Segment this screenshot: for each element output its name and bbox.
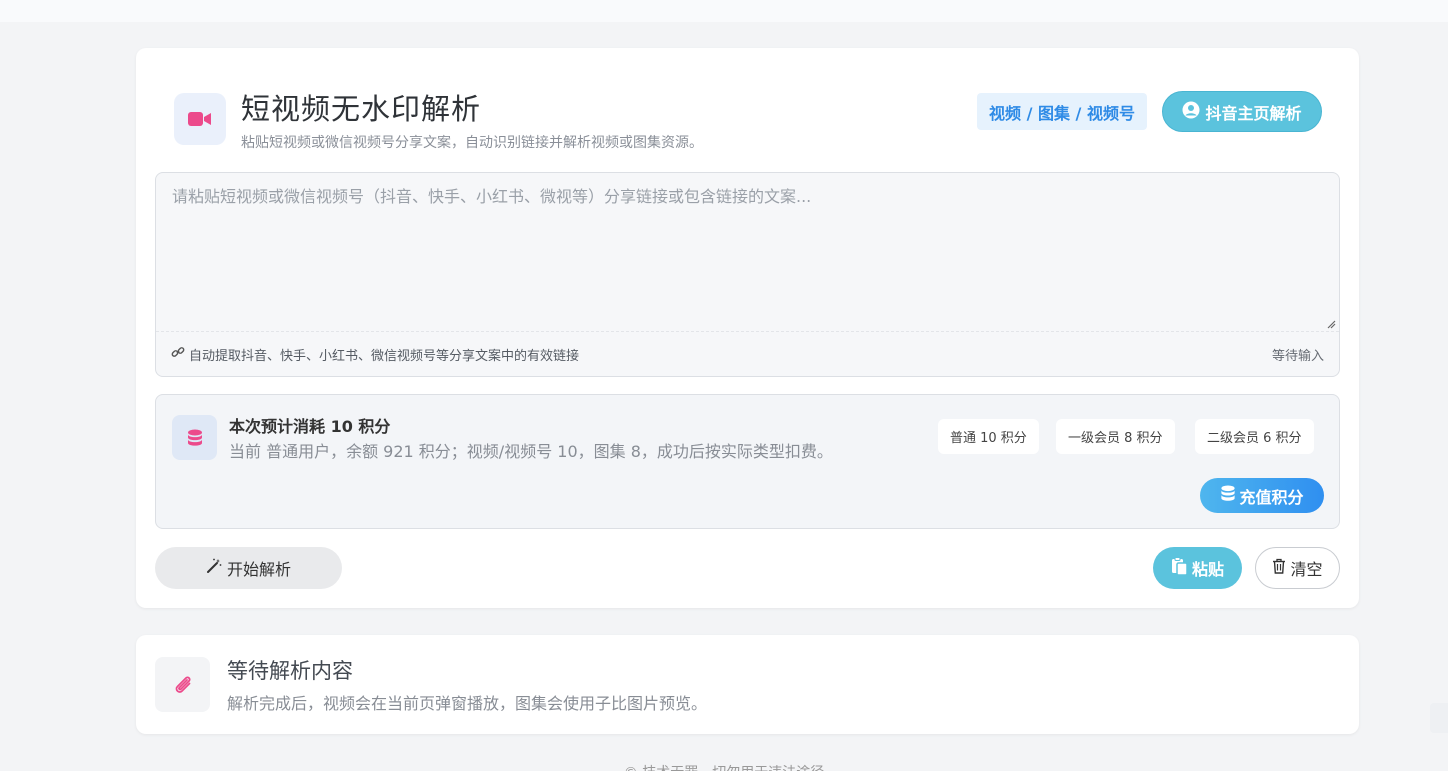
result-card: 等待解析内容 解析完成后，视频会在当前页弹窗播放，图集会使用子比图片预览。: [136, 635, 1359, 734]
input-hint: 自动提取抖音、快手、小红书、微信视频号等分享文案中的有效链接: [189, 348, 580, 364]
recharge-button[interactable]: 充值积分: [1200, 478, 1324, 513]
douyin-profile-button[interactable]: 抖音主页解析: [1162, 91, 1322, 132]
start-parse-label: 开始解析: [226, 560, 291, 579]
link-icon: [171, 345, 185, 363]
page-title: 短视频无水印解析: [241, 92, 482, 126]
tier-level2-badge: 二级会员 6 积分: [1195, 419, 1314, 454]
start-parse-button[interactable]: 开始解析: [155, 547, 342, 589]
clipboard-icon: [1171, 557, 1188, 579]
trash-icon: [1272, 558, 1286, 578]
tier-level1-badge: 一级会员 8 积分: [1056, 419, 1175, 454]
cost-description: 当前 普通用户，余额 921 积分；视频/视频号 10，图集 8，成功后按实际类…: [229, 442, 833, 461]
clear-label: 清空: [1290, 560, 1323, 579]
footer-text: © 技术无罪，切勿用于违法途径: [0, 762, 1448, 771]
paperclip-icon: [155, 657, 210, 712]
result-description: 解析完成后，视频会在当前页弹窗播放，图集会使用子比图片预览。: [227, 694, 708, 713]
tier-normal-badge: 普通 10 积分: [938, 419, 1039, 454]
parser-card: 短视频无水印解析 粘贴短视频或微信视频号分享文案，自动识别链接并解析视频或图集资…: [136, 48, 1359, 608]
user-circle-icon: [1182, 101, 1200, 123]
clear-button[interactable]: 清空: [1255, 547, 1340, 589]
side-tab[interactable]: [1430, 703, 1448, 733]
paste-label: 粘贴: [1191, 560, 1224, 579]
paste-button[interactable]: 粘贴: [1153, 547, 1242, 589]
recharge-label: 充值积分: [1239, 487, 1304, 507]
share-text-box: 自动提取抖音、快手、小红书、微信视频号等分享文案中的有效链接 等待输入: [155, 172, 1340, 377]
database-icon: [172, 415, 217, 460]
douyin-profile-label: 抖音主页解析: [1205, 103, 1302, 123]
top-strip: [0, 0, 1448, 22]
cost-panel: 本次预计消耗 10 积分 当前 普通用户，余额 921 积分；视频/视频号 10…: [155, 394, 1340, 529]
input-footer: 自动提取抖音、快手、小红书、微信视频号等分享文案中的有效链接 等待输入: [156, 331, 1339, 376]
input-status: 等待输入: [1271, 348, 1324, 364]
share-text-input[interactable]: [156, 173, 1339, 331]
result-title: 等待解析内容: [227, 659, 353, 683]
magic-wand-icon: [206, 558, 222, 578]
cost-title: 本次预计消耗 10 积分: [229, 417, 391, 436]
video-camera-icon: [174, 93, 226, 145]
page-subtitle: 粘贴短视频或微信视频号分享文案，自动识别链接并解析视频或图集资源。: [241, 135, 703, 151]
database-icon: [1220, 485, 1236, 506]
resize-handle-icon[interactable]: [1327, 320, 1336, 329]
supported-types-badge: 视频 / 图集 / 视频号: [977, 93, 1147, 130]
